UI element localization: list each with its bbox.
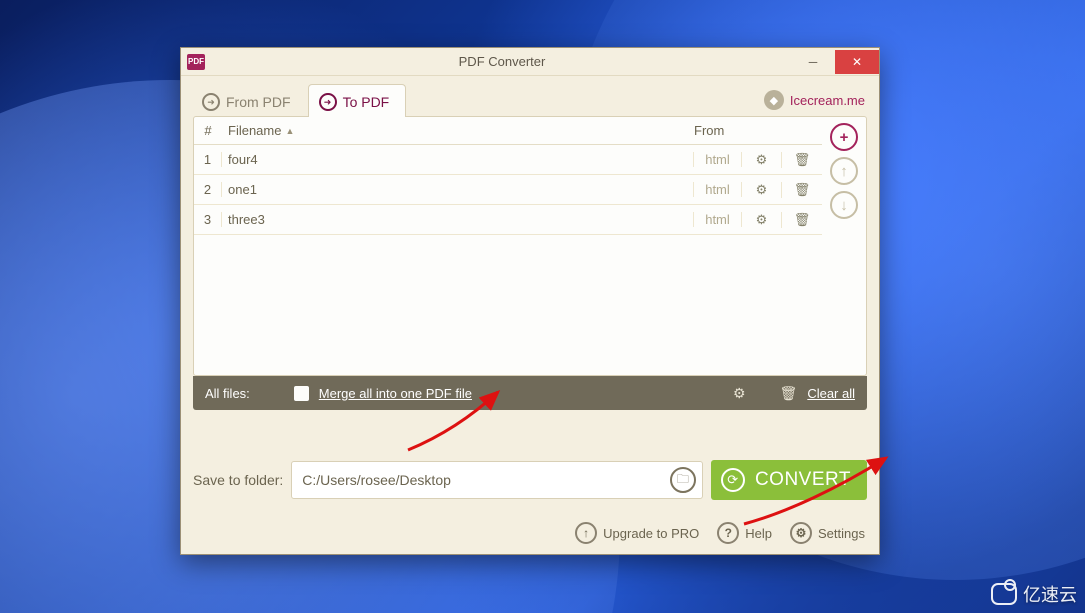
- arrow-down-icon: ↓: [840, 197, 848, 214]
- all-delete-icon: 🗑: [780, 385, 798, 402]
- table-row[interactable]: 1 four4 html ⚙ 🗑: [194, 145, 822, 175]
- col-filename-label: Filename: [228, 123, 281, 138]
- gear-icon: ⚙: [790, 522, 812, 544]
- row-settings-button[interactable]: ⚙: [742, 182, 782, 198]
- gear-icon: ⚙: [733, 385, 746, 401]
- side-buttons: + ↑ ↓: [822, 117, 866, 375]
- settings-button[interactable]: ⚙ Settings: [790, 522, 865, 544]
- pdf-converter-window: PDF PDF Converter ─ ✕ ➜ From PDF ➜ To PD…: [180, 47, 880, 555]
- tab-from-pdf[interactable]: ➜ From PDF: [191, 84, 308, 117]
- all-files-label: All files:: [205, 386, 250, 401]
- table-row[interactable]: 3 three3 html ⚙ 🗑: [194, 205, 822, 235]
- row-from: html: [694, 212, 742, 227]
- upgrade-button[interactable]: ↑ Upgrade to PRO: [575, 522, 699, 544]
- watermark: 亿速云: [991, 581, 1077, 607]
- col-from[interactable]: From: [694, 123, 742, 138]
- tab-to-pdf-label: To PDF: [343, 94, 390, 110]
- help-button[interactable]: ? Help: [717, 522, 772, 544]
- save-path-input[interactable]: C:/Users/rosee/Desktop 🗀: [291, 461, 703, 499]
- merge-checkbox[interactable]: [294, 386, 309, 401]
- row-number: 2: [194, 182, 222, 197]
- move-up-button[interactable]: ↑: [830, 157, 858, 185]
- save-row: Save to folder: C:/Users/rosee/Desktop 🗀…: [193, 460, 867, 500]
- row-settings-button[interactable]: ⚙: [742, 152, 782, 168]
- to-pdf-icon: ➜: [319, 93, 337, 111]
- convert-label: CONVERT: [755, 469, 851, 491]
- gear-icon: ⚙: [756, 182, 768, 197]
- convert-button[interactable]: ⟳ CONVERT: [711, 460, 867, 500]
- icecream-link[interactable]: ◆ Icecream.me: [764, 90, 865, 110]
- row-number: 3: [194, 212, 222, 227]
- trash-icon: 🗑: [794, 182, 811, 197]
- convert-icon: ⟳: [721, 468, 745, 492]
- row-delete-button[interactable]: 🗑: [782, 212, 822, 228]
- save-label: Save to folder:: [193, 472, 283, 488]
- app-icon: PDF: [187, 54, 205, 70]
- file-list: # Filename ▲ From 1 four4 html ⚙ 🗑: [194, 117, 822, 375]
- from-pdf-icon: ➜: [202, 93, 220, 111]
- icecream-icon: ◆: [764, 90, 784, 110]
- row-settings-button[interactable]: ⚙: [742, 212, 782, 228]
- col-number[interactable]: #: [194, 123, 222, 138]
- desktop-background: PDF PDF Converter ─ ✕ ➜ From PDF ➜ To PD…: [0, 0, 1085, 613]
- row-delete-button[interactable]: 🗑: [782, 182, 822, 198]
- add-file-button[interactable]: +: [830, 123, 858, 151]
- row-from: html: [694, 152, 742, 167]
- gear-icon: ⚙: [756, 152, 768, 167]
- row-delete-button[interactable]: 🗑: [782, 152, 822, 168]
- col-filename[interactable]: Filename ▲: [222, 123, 694, 138]
- tab-row: ➜ From PDF ➜ To PDF ◆ Icecream.me: [181, 76, 879, 116]
- trash-icon: 🗑: [794, 212, 811, 227]
- arrow-up-icon: ↑: [575, 522, 597, 544]
- footer: ↑ Upgrade to PRO ? Help ⚙ Settings: [575, 522, 865, 544]
- trash-icon: 🗑: [794, 152, 811, 167]
- plus-icon: +: [840, 129, 849, 146]
- browse-folder-button[interactable]: 🗀: [670, 467, 696, 493]
- sort-ascending-icon: ▲: [285, 126, 294, 136]
- save-path-value: C:/Users/rosee/Desktop: [302, 472, 670, 488]
- watermark-text: 亿速云: [1023, 581, 1077, 607]
- row-filename: one1: [222, 182, 694, 197]
- tab-to-pdf[interactable]: ➜ To PDF: [308, 84, 407, 117]
- merge-label[interactable]: Merge all into one PDF file: [319, 386, 472, 401]
- icecream-label: Icecream.me: [790, 93, 865, 108]
- row-from: html: [694, 182, 742, 197]
- folder-icon: 🗀: [677, 470, 689, 491]
- window-title: PDF Converter: [211, 54, 793, 69]
- arrow-up-icon: ↑: [840, 163, 848, 180]
- tab-from-pdf-label: From PDF: [226, 94, 291, 110]
- help-label: Help: [745, 526, 772, 541]
- all-files-bar: All files: Merge all into one PDF file ⚙…: [193, 376, 867, 410]
- file-list-frame: # Filename ▲ From 1 four4 html ⚙ 🗑: [193, 116, 867, 376]
- minimize-button[interactable]: ─: [793, 50, 833, 74]
- upgrade-label: Upgrade to PRO: [603, 526, 699, 541]
- move-down-button[interactable]: ↓: [830, 191, 858, 219]
- titlebar: PDF PDF Converter ─ ✕: [181, 48, 879, 76]
- settings-label: Settings: [818, 526, 865, 541]
- question-icon: ?: [717, 522, 739, 544]
- close-button[interactable]: ✕: [835, 50, 879, 74]
- watermark-icon: [991, 583, 1017, 605]
- row-filename: three3: [222, 212, 694, 227]
- row-number: 1: [194, 152, 222, 167]
- row-filename: four4: [222, 152, 694, 167]
- gear-icon: ⚙: [756, 212, 768, 227]
- all-settings-button[interactable]: ⚙: [733, 385, 746, 402]
- table-row[interactable]: 2 one1 html ⚙ 🗑: [194, 175, 822, 205]
- clear-all-button[interactable]: Clear all: [807, 386, 855, 401]
- file-list-header: # Filename ▲ From: [194, 117, 822, 145]
